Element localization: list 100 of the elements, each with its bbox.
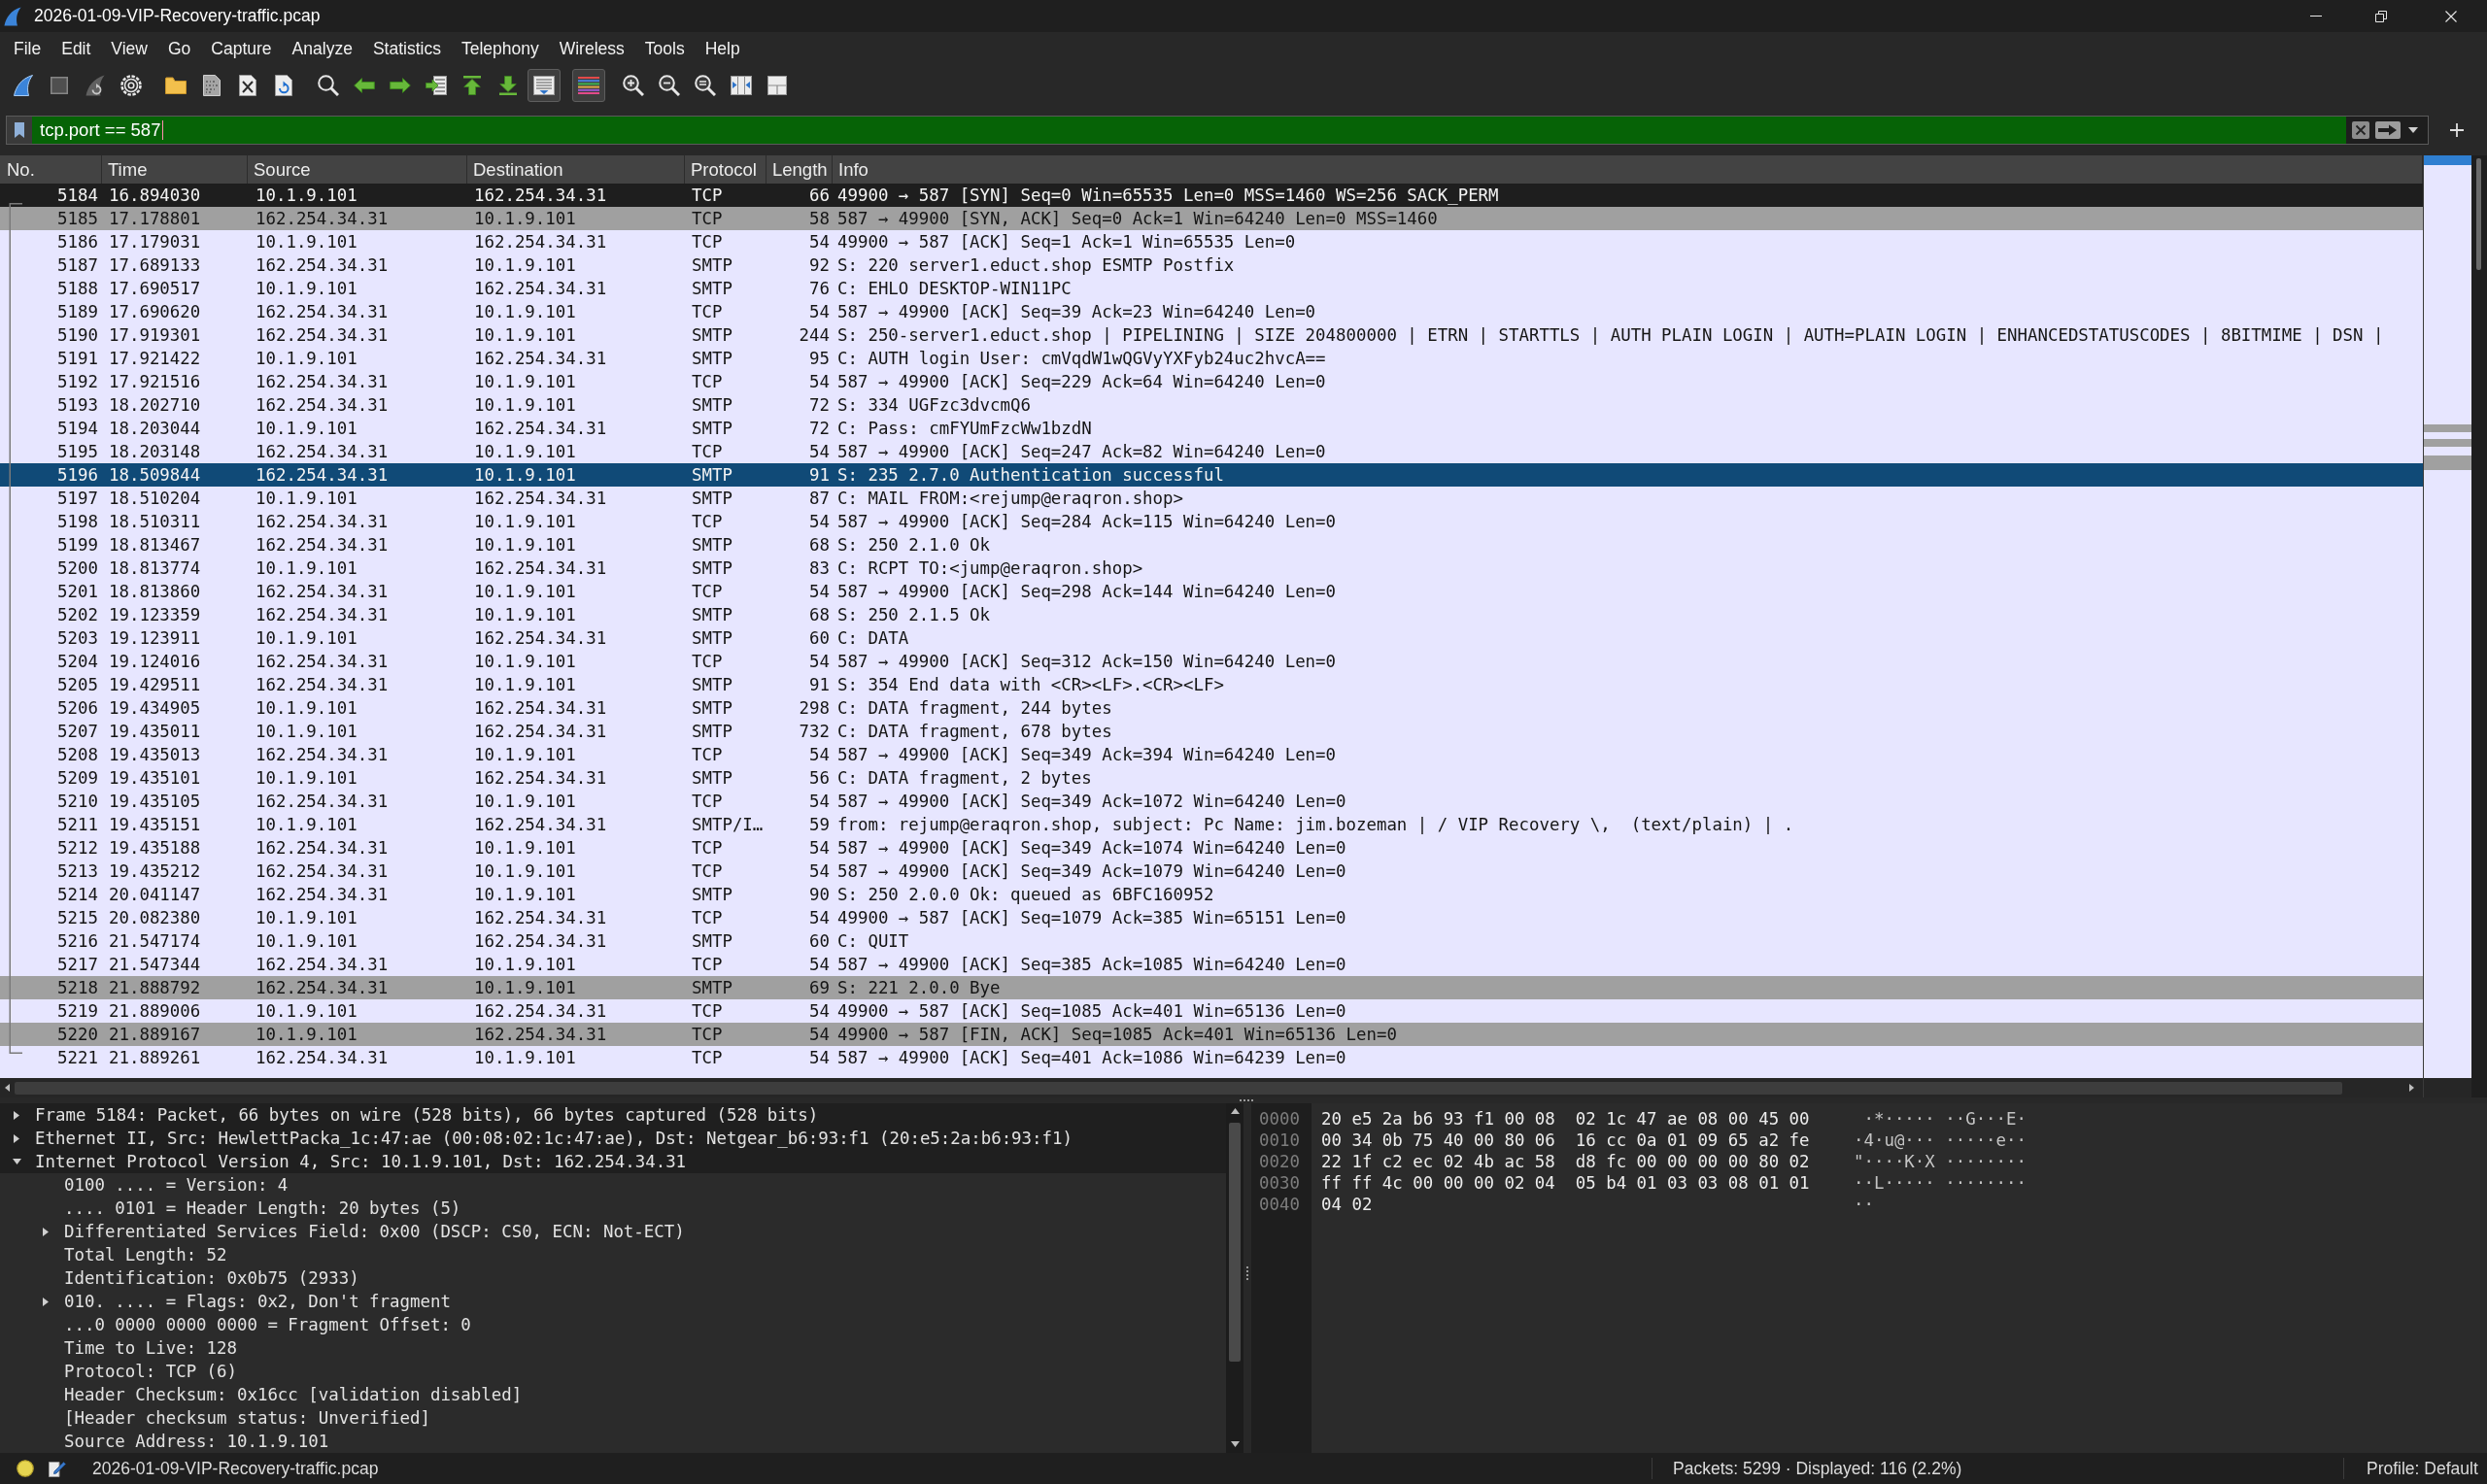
tree-item[interactable]: 010. .... = Flags: 0x2, Don't fragment [41, 1290, 451, 1313]
packet-number: 5200 [57, 557, 98, 580]
packet-length: 95 [809, 348, 830, 370]
zoom-in-icon[interactable] [623, 75, 644, 96]
document-x-icon[interactable] [239, 75, 256, 96]
menu-item[interactable]: Wireless [549, 32, 635, 64]
folder-icon[interactable] [165, 77, 187, 94]
tree-item[interactable]: Differentiated Services Field: 0x00 (DSCP: CS0, ECN: Not-ECT) [41, 1220, 685, 1243]
packet-length: 66 [809, 185, 830, 207]
settings-icon[interactable] [120, 75, 142, 96]
menu-item[interactable]: Capture [200, 32, 283, 64]
menu-item[interactable]: File [3, 32, 51, 64]
packet-row[interactable]: 5184 16.894030 10.1.9.101 162.254.34.31 TCP 66 49900 → 587 [SYN] Seq=0 Win=65535 Len=0 MSS=1460 WS=256 SACK_PERM [0, 184, 2423, 207]
packet-number: 5184 [57, 185, 98, 207]
shark-fin-icon[interactable] [14, 75, 33, 96]
status-dot-icon[interactable] [17, 1460, 34, 1477]
tree-item[interactable]: Source Address: 10.1.9.101 [64, 1430, 329, 1453]
menu-item[interactable]: Telephony [451, 32, 550, 64]
source-address: 10.1.9.101 [256, 627, 358, 650]
menu-item[interactable]: Edit [51, 32, 101, 64]
menu-item[interactable]: Help [695, 32, 751, 64]
source-address: 10.1.9.101 [256, 185, 358, 207]
packet-row[interactable]: 5220 21.889167 10.1.9.101 162.254.34.31 TCP 54 49900 → 587 [FIN, ACK] Seq=1085 Ack=401 Win=65136 Len=0 [0, 1023, 2423, 1046]
arrow-down-bar-icon[interactable] [499, 76, 517, 95]
packet-info: S: 250 2.1.0 Ok [837, 534, 991, 556]
bookmark-icon[interactable] [15, 122, 24, 138]
caret-left-icon[interactable] [5, 1084, 10, 1092]
profile-label[interactable]: Profile: Default [2367, 1458, 2478, 1479]
source-address: 162.254.34.31 [256, 977, 389, 999]
caret-right-icon[interactable] [2409, 1084, 2414, 1092]
packet-length: 68 [809, 604, 830, 626]
restore-icon[interactable] [2375, 10, 2387, 22]
caret-up-icon[interactable] [1230, 1108, 1240, 1114]
packet-row[interactable]: 5185 17.178801 162.254.34.31 10.1.9.101 TCP 58 587 → 49900 [SYN, ACK] Seq=0 Ack=1 Win=64240 Len=0 MSS=1460 [0, 207, 2423, 230]
packet-number: 5217 [57, 954, 98, 976]
tree-item[interactable]: Protocol: TCP (6) [64, 1360, 237, 1383]
packet-info: 587 → 49900 [ACK] Seq=349 Ack=1072 Win=64240 Len=0 [837, 791, 1346, 813]
menu-item[interactable]: View [100, 32, 158, 64]
source-address: 162.254.34.31 [256, 651, 389, 673]
scrollbar-thumb[interactable] [1229, 1123, 1241, 1362]
caret-right-icon[interactable] [43, 1297, 49, 1306]
document-reload-icon[interactable] [275, 75, 292, 96]
zoom-reset-icon[interactable] [695, 75, 716, 96]
tree-item[interactable]: Ethernet II, Src: HewlettPacka_1c:47:ae (00:08:02:1c:47:ae), Dst: Netgear_b6:93:f1 (20:e5:2a:b6:93:f1) [12, 1127, 1073, 1150]
search-icon[interactable] [318, 75, 339, 96]
clear-icon[interactable] [2352, 121, 2369, 139]
tree-item[interactable]: ...0 0000 0000 0000 = Fragment Offset: 0 [64, 1313, 471, 1336]
table-arrows-icon[interactable] [731, 76, 752, 95]
ascii-bytes: ·4·u@··· ·····e·· [1854, 1130, 2027, 1151]
arrow-right-icon[interactable] [2375, 121, 2401, 139]
tree-item[interactable]: Frame 5184: Packet, 66 bytes on wire (528 bits), 66 bytes captured (528 bits) [12, 1103, 819, 1127]
tree-item[interactable]: Identification: 0x0b75 (2933) [64, 1266, 359, 1290]
tree-item[interactable]: Header Checksum: 0x16cc [validation disabled] [64, 1383, 523, 1406]
tree-item[interactable]: 0100 .... = Version: 4 [64, 1173, 289, 1197]
packet-row[interactable]: 5196 18.509844 162.254.34.31 10.1.9.101 SMTP 91 S: 235 2.7.0 Authentication successful [0, 463, 2423, 487]
caret-down-icon[interactable] [1230, 1441, 1240, 1447]
packet-number: 5187 [57, 254, 98, 277]
plus-icon[interactable] [2450, 123, 2464, 137]
packet-length: 69 [809, 977, 830, 999]
arrow-right-icon[interactable] [390, 78, 411, 93]
caret-down-icon[interactable] [2408, 127, 2418, 133]
document-icon[interactable] [203, 75, 221, 96]
tree-item[interactable]: Internet Protocol Version 4, Src: 10.1.9.101, Dst: 162.254.34.31 [12, 1150, 687, 1173]
scroll-minimap[interactable] [2424, 155, 2472, 1078]
tree-item[interactable]: .... 0101 = Header Length: 20 bytes (5) [64, 1197, 461, 1220]
source-address: 10.1.9.101 [256, 231, 358, 253]
menu-item[interactable]: Tools [634, 32, 696, 64]
menu-item[interactable]: Statistics [362, 32, 452, 64]
close-icon[interactable] [2445, 10, 2457, 22]
caret-right-icon[interactable] [14, 1110, 19, 1120]
bookmark-button[interactable] [7, 117, 32, 144]
arrow-into-list-icon[interactable] [426, 76, 447, 95]
destination-address: 10.1.9.101 [474, 371, 576, 393]
zoom-out-icon[interactable] [659, 75, 680, 96]
caret-right-icon[interactable] [14, 1133, 19, 1143]
protocol-name: TCP [692, 1047, 723, 1069]
toolbar-button[interactable] [528, 69, 561, 102]
tree-item[interactable]: Time to Live: 128 [64, 1336, 237, 1360]
packet-info: 49900 → 587 [FIN, ACK] Seq=1085 Ack=401 Win=65136 Len=0 [837, 1024, 1397, 1046]
caret-right-icon[interactable] [43, 1227, 49, 1236]
protocol-name: TCP [692, 185, 723, 207]
menu-item[interactable]: Go [157, 32, 201, 64]
packet-length: 54 [809, 231, 830, 253]
destination-address: 10.1.9.101 [474, 254, 576, 277]
source-address: 10.1.9.101 [256, 697, 358, 720]
destination-address: 162.254.34.31 [474, 767, 607, 790]
colored-lines-icon[interactable] [578, 77, 599, 94]
packet-row[interactable]: 5218 21.888792 162.254.34.31 10.1.9.101 SMTP 69 S: 221 2.0.0 Bye [0, 976, 2423, 999]
source-address: 162.254.34.31 [256, 884, 389, 906]
display-filter-field[interactable]: tcp.port == 587 [32, 117, 2346, 144]
pencil-note-icon[interactable] [49, 1460, 66, 1477]
destination-address: 10.1.9.101 [474, 534, 576, 556]
destination-address: 162.254.34.31 [474, 814, 607, 836]
tree-item[interactable]: Total Length: 52 [64, 1243, 227, 1266]
caret-down-icon[interactable] [12, 1159, 21, 1164]
menu-item[interactable]: Analyze [282, 32, 363, 64]
arrow-up-bar-icon[interactable] [463, 76, 481, 95]
tree-item[interactable]: [Header checksum status: Unverified] [64, 1406, 430, 1430]
scrollbar-thumb[interactable] [2476, 158, 2481, 270]
arrow-left-icon[interactable] [354, 78, 375, 93]
